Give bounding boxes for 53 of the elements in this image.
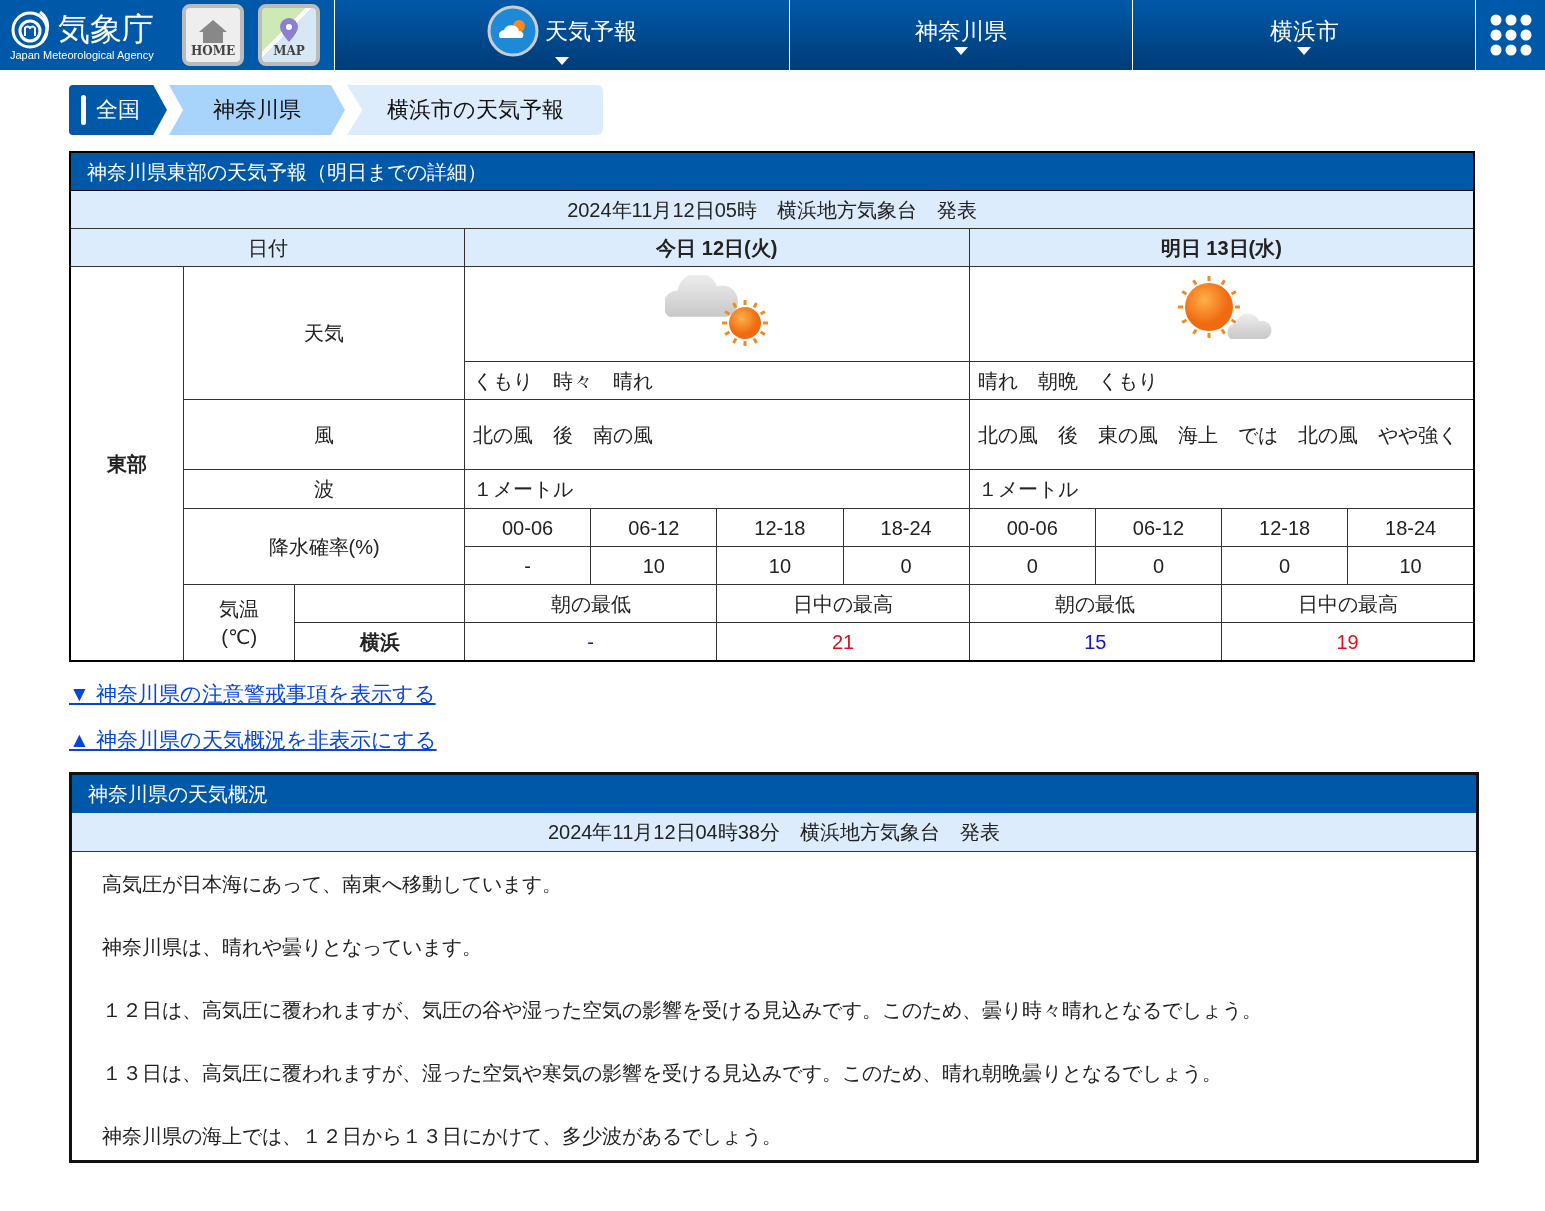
paragraph: １２日は、高気圧に覆われますが、気圧の谷や湿った空気の影響を受ける見込みです。このため、曇り時々晴れとなるでしょう。 — [102, 998, 1263, 1023]
table-cell: 12-18 — [716, 508, 843, 547]
nav-menu[interactable]: 天気予報 — [335, 0, 790, 70]
map-button[interactable]: MAP — [258, 4, 320, 66]
table-cell: 0 — [1221, 546, 1348, 585]
caret-icon — [555, 57, 569, 65]
table-cell: 0 — [1095, 546, 1222, 585]
row-header: 降水確率(%) — [183, 508, 465, 585]
menu-icon[interactable] — [1489, 14, 1532, 56]
issued-time: 2024年11月12日04時38分 横浜地方気象台 発表 — [72, 813, 1476, 852]
table-cell: 00-06 — [464, 508, 591, 547]
caret-icon — [954, 46, 968, 55]
paragraph: 高気圧が日本海にあって、南東へ移動しています。 — [102, 872, 563, 897]
breadcrumb-link[interactable]: 横浜市の天気予報 — [347, 85, 603, 135]
table-cell: 0 — [969, 546, 1096, 585]
column-header: 明日 13日(水) — [969, 228, 1474, 267]
issued-time: 2024年11月12日05時 横浜地方気象台 発表 — [70, 190, 1474, 229]
toggle-link[interactable]: ▲ 神奈川県の天気概況を非表示にする — [69, 726, 437, 754]
caret-icon — [1297, 46, 1311, 55]
table-cell: 10 — [716, 546, 843, 585]
row-header: 天気 — [183, 266, 465, 400]
table-cell: １メートル — [464, 469, 970, 509]
table-cell: 12-18 — [1221, 508, 1348, 547]
home-button[interactable]: HOME — [182, 4, 244, 66]
table-title: 神奈川県東部の天気予報（明日までの詳細） — [70, 152, 1474, 191]
cloud-sun-icon — [664, 274, 769, 347]
table-cell: 00-06 — [969, 508, 1096, 547]
paragraph: 神奈川県の海上では、１２日から１３日にかけて、多少波があるでしょう。 — [102, 1124, 783, 1149]
table-cell: 0 — [843, 546, 970, 585]
table-cell: 北の風 後 南の風 — [464, 399, 970, 470]
table-cell: - — [464, 546, 591, 585]
toggle-link[interactable]: ▼ 神奈川県の注意警戒事項を表示する — [69, 680, 436, 708]
row-header: 波 — [183, 469, 465, 509]
breadcrumb-link[interactable]: 神奈川県 — [169, 85, 345, 135]
agency-subtitle: Japan Meteorological Agency — [10, 49, 155, 61]
paragraph: １３日は、高気圧に覆われますが、湿った空気や寒気の影響を受ける見込みです。このため、晴れ朝晩曇りとなるでしょう。 — [102, 1061, 1223, 1086]
table-cell: 18-24 — [843, 508, 970, 547]
paragraph: 神奈川県は、晴れや曇りとなっています。 — [102, 935, 483, 960]
breadcrumb-link[interactable]: 全国 — [69, 85, 167, 135]
column-header: 今日 12日(火) — [464, 228, 970, 267]
table-cell: 日中の最高 — [716, 584, 970, 623]
table-cell: 朝の最低 — [969, 584, 1222, 623]
table-cell: 10 — [590, 546, 717, 585]
column-header: 日付 — [70, 228, 465, 267]
agency-name: 気象庁 — [58, 11, 154, 47]
panel-title: 神奈川県の天気概況 — [72, 775, 1476, 813]
table-cell: くもり 時々 晴れ — [464, 361, 970, 400]
table-cell: 06-12 — [590, 508, 717, 547]
table-cell: 06-12 — [1095, 508, 1222, 547]
weather-icon — [487, 5, 539, 57]
row-header: 風 — [183, 399, 465, 470]
table-cell: 朝の最低 — [464, 584, 717, 623]
nav-menu[interactable]: 神奈川県 — [790, 0, 1133, 70]
